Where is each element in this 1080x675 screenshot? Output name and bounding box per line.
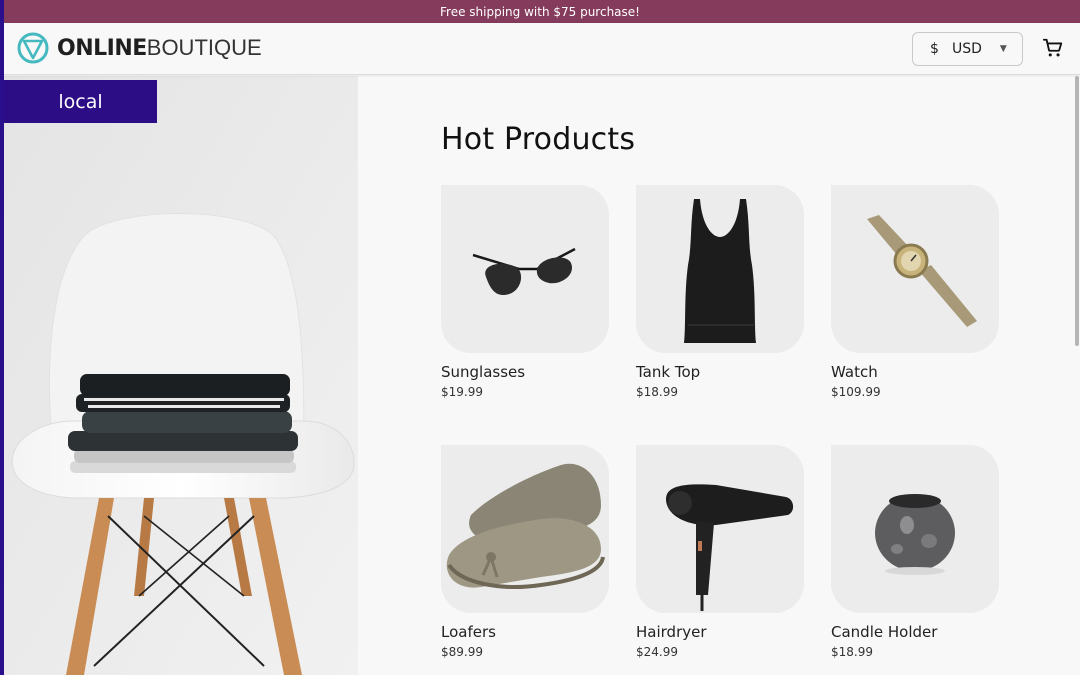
product-card-sunglasses[interactable]: Sunglasses $19.99 <box>441 185 609 399</box>
product-price: $19.99 <box>441 385 483 399</box>
tank-top-icon <box>636 185 804 353</box>
loafers-icon <box>441 445 609 613</box>
page-title: Hot Products <box>441 122 636 157</box>
promo-banner-text: Free shipping with $75 purchase! <box>440 4 640 19</box>
environment-badge: local <box>4 80 157 123</box>
product-card-watch[interactable]: Watch $109.99 <box>831 185 999 399</box>
product-card-hairdryer[interactable]: Hairdryer $24.99 <box>636 445 804 659</box>
product-card-loafers[interactable]: Loafers $89.99 <box>441 445 609 659</box>
hero-image <box>4 76 358 675</box>
currency-symbol: $ <box>930 41 939 57</box>
product-card-candle-holder[interactable]: Candle Holder $18.99 <box>831 445 999 659</box>
site-header: ONLINEBOUTIQUE $ USD ▼ <box>0 23 1080 75</box>
currency-code: USD <box>952 41 982 57</box>
product-price: $24.99 <box>636 645 678 659</box>
product-price: $18.99 <box>831 645 873 659</box>
logo-icon <box>17 32 49 64</box>
product-name[interactable]: Loafers <box>441 623 609 641</box>
candle-holder-icon <box>831 445 999 613</box>
sunglasses-icon <box>441 185 609 353</box>
product-name[interactable]: Watch <box>831 363 999 381</box>
watch-icon <box>831 185 999 353</box>
chair-with-clothes-image <box>4 76 358 675</box>
window-edge <box>0 0 4 675</box>
product-image[interactable] <box>636 445 804 613</box>
product-name[interactable]: Hairdryer <box>636 623 804 641</box>
product-image[interactable] <box>831 185 999 353</box>
product-price: $89.99 <box>441 645 483 659</box>
product-price: $18.99 <box>636 385 678 399</box>
scrollbar[interactable] <box>1075 76 1079 346</box>
product-name[interactable]: Sunglasses <box>441 363 609 381</box>
product-name[interactable]: Tank Top <box>636 363 804 381</box>
page: Free shipping with $75 purchase! ONLINEB… <box>0 0 1080 675</box>
hot-products-section: Hot Products Sunglasses $19.99 Tank Top … <box>358 76 1075 675</box>
caret-down-icon: ▼ <box>999 44 1007 54</box>
product-image[interactable] <box>441 445 609 613</box>
logo-link[interactable]: ONLINEBOUTIQUE <box>17 32 262 64</box>
product-price: $109.99 <box>831 385 881 399</box>
product-image[interactable] <box>831 445 999 613</box>
cart-icon[interactable] <box>1042 37 1064 59</box>
hairdryer-icon <box>636 445 804 613</box>
currency-select[interactable]: $ USD ▼ <box>912 32 1023 66</box>
product-image[interactable] <box>636 185 804 353</box>
product-card-tank-top[interactable]: Tank Top $18.99 <box>636 185 804 399</box>
product-name[interactable]: Candle Holder <box>831 623 999 641</box>
product-image[interactable] <box>441 185 609 353</box>
promo-banner: Free shipping with $75 purchase! <box>0 0 1080 23</box>
logo-text: ONLINEBOUTIQUE <box>57 35 262 61</box>
